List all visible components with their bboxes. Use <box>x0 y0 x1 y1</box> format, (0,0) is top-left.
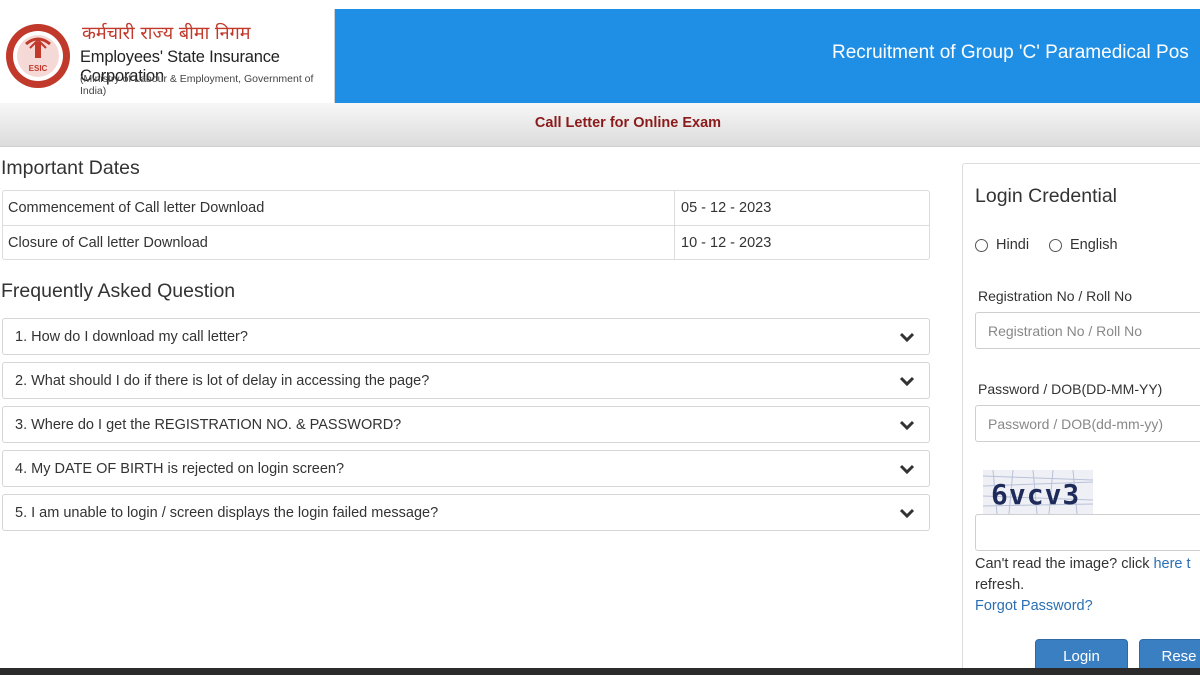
login-panel: Login Credential Hindi English Registrat… <box>962 163 1200 675</box>
radio-hindi[interactable] <box>975 238 988 252</box>
lang-option-english[interactable]: English <box>1049 237 1118 253</box>
chevron-down-icon <box>899 376 915 387</box>
chevron-down-icon <box>899 332 915 343</box>
chevron-down-icon <box>899 464 915 475</box>
faq-item-2[interactable]: 2. What should I do if there is lot of d… <box>2 362 930 399</box>
site-header: ESIC कर्मचारी राज्य बीमा निगम Employees'… <box>0 9 1200 103</box>
help-suffix: refresh. <box>975 577 1025 593</box>
faq-heading: Frequently Asked Question <box>1 280 236 302</box>
chevron-down-icon <box>899 508 915 519</box>
subheader-title: Call Letter for Online Exam <box>534 115 722 131</box>
lang-hindi-label: Hindi <box>996 237 1030 253</box>
important-dates-table: Commencement of Call letter Download 05 … <box>2 190 930 260</box>
subheader-bar: Call Letter for Online Exam <box>0 103 1200 147</box>
top-strip <box>0 0 1200 9</box>
page-header-title: Recruitment of Group 'C' Paramedical Pos <box>832 42 1189 63</box>
faq-question: 4. My DATE OF BIRTH is rejected on login… <box>15 461 345 477</box>
esic-emblem-icon: ESIC <box>6 24 70 88</box>
refresh-captcha-link[interactable]: here t <box>1153 556 1190 572</box>
date-value: 10 - 12 - 2023 <box>681 235 772 251</box>
date-value: 05 - 12 - 2023 <box>681 200 772 216</box>
org-name-hindi: कर्मचारी राज्य बीमा निगम <box>82 23 251 44</box>
chevron-down-icon <box>899 420 915 431</box>
logo-text: ESIC <box>29 64 48 73</box>
captcha-text: 6vcv3 <box>991 478 1080 511</box>
date-label: Commencement of Call letter Download <box>3 191 675 225</box>
org-subtitle: (Ministry of Labour & Employment, Govern… <box>80 73 314 97</box>
lang-option-hindi[interactable]: Hindi <box>975 237 1029 253</box>
radio-english[interactable] <box>1049 238 1062 252</box>
table-row: Commencement of Call letter Download 05 … <box>3 191 929 225</box>
captcha-help-text: Can't read the image? click here t refre… <box>975 554 1200 596</box>
forgot-password-link[interactable]: Forgot Password? <box>975 598 1093 614</box>
important-dates-heading: Important Dates <box>1 157 140 179</box>
faq-question: 5. I am unable to login / screen display… <box>15 505 439 521</box>
faq-item-3[interactable]: 3. Where do I get the REGISTRATION NO. &… <box>2 406 930 443</box>
login-heading: Login Credential <box>975 185 1118 207</box>
lang-english-label: English <box>1070 237 1118 253</box>
faq-question: 1. How do I download my call letter? <box>15 329 248 345</box>
date-label: Closure of Call letter Download <box>3 226 675 259</box>
faq-item-5[interactable]: 5. I am unable to login / screen display… <box>2 494 930 531</box>
table-row: Closure of Call letter Download 10 - 12 … <box>3 225 929 259</box>
password-input[interactable] <box>975 405 1200 442</box>
logo-area: ESIC कर्मचारी राज्य बीमा निगम Employees'… <box>0 9 335 103</box>
faq-item-4[interactable]: 4. My DATE OF BIRTH is rejected on login… <box>2 450 930 487</box>
faq-question: 3. Where do I get the REGISTRATION NO. &… <box>15 417 402 433</box>
registration-input[interactable] <box>975 312 1200 349</box>
captcha-image: 6vcv3 <box>983 470 1093 514</box>
registration-label: Registration No / Roll No <box>978 288 1133 304</box>
faq-question: 2. What should I do if there is lot of d… <box>15 373 430 389</box>
captcha-input[interactable] <box>975 514 1200 551</box>
help-prefix: Can't read the image? click <box>975 556 1154 572</box>
password-label: Password / DOB(DD-MM-YY) <box>978 381 1163 397</box>
taskbar-strip <box>0 668 1200 675</box>
faq-item-1[interactable]: 1. How do I download my call letter? <box>2 318 930 355</box>
